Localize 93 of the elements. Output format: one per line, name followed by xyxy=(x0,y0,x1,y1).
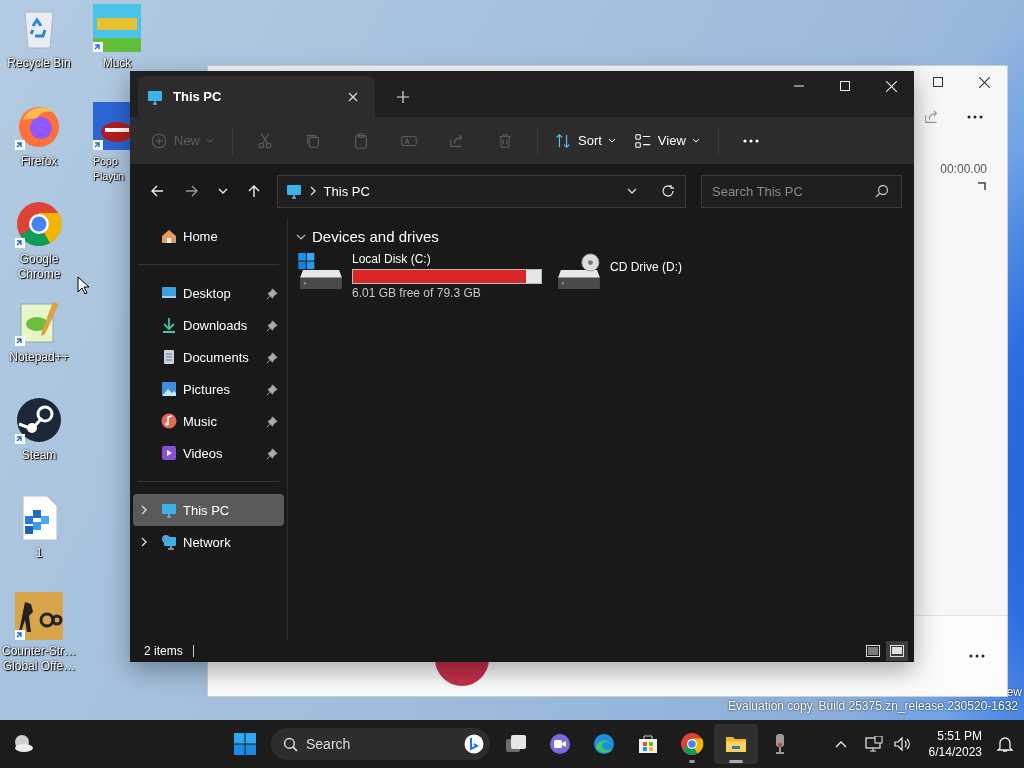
caret-icon xyxy=(206,138,214,143)
dropdown-icon[interactable] xyxy=(627,188,637,194)
tiles-view-button[interactable] xyxy=(886,641,908,661)
clock-date: 6/14/2023 xyxy=(928,744,982,760)
sidebar-item[interactable]: Videos xyxy=(133,437,284,469)
windows-logo-icon xyxy=(233,732,257,756)
plus-icon xyxy=(397,91,409,103)
drive-name: Local Disk (C:) xyxy=(352,251,432,267)
b-logo-icon xyxy=(464,734,484,754)
forward-arrow-icon xyxy=(184,184,199,198)
drive-item[interactable]: Local Disk (C:) 6.01 GB free of 79.3 GB xyxy=(298,251,542,300)
timer-text: 00:00.00 xyxy=(940,162,987,176)
minimize-icon xyxy=(794,85,804,87)
breadcrumb[interactable]: This PC xyxy=(323,183,619,199)
mouse-cursor-icon xyxy=(77,276,89,294)
view-button[interactable]: View xyxy=(627,123,708,158)
cartoon-monster-icon xyxy=(93,102,130,150)
free-space-text: 6.01 GB free of 79.3 GB xyxy=(352,286,482,300)
window-tab[interactable]: This PC xyxy=(138,76,375,117)
system-drive-icon xyxy=(298,253,344,291)
store-bag-icon xyxy=(636,732,660,756)
search-input[interactable]: Search This PC xyxy=(710,182,875,200)
search-box[interactable]: Search This PC xyxy=(701,174,902,208)
document-icon xyxy=(161,349,177,365)
group-title: Devices and drives xyxy=(312,228,439,245)
game-cover-icon xyxy=(93,4,141,52)
search-placeholder: Search xyxy=(306,736,352,752)
caret-icon xyxy=(217,188,228,194)
monitor-icon xyxy=(285,183,302,199)
search-icon xyxy=(283,736,298,752)
sidebar-item[interactable]: Network xyxy=(133,526,284,558)
caret-icon xyxy=(691,138,700,143)
address-bar[interactable]: This PC xyxy=(276,174,686,208)
maximize-icon xyxy=(840,81,850,91)
plus-circle-icon xyxy=(150,131,168,150)
caret-icon xyxy=(607,138,616,143)
item-count: 2 items xyxy=(144,644,183,658)
close-icon xyxy=(978,76,990,88)
large-tiles-icon xyxy=(890,645,904,657)
details-list-icon xyxy=(866,645,880,657)
chevron-up-icon[interactable] xyxy=(834,740,847,748)
steam-icon xyxy=(15,396,63,444)
corner-bracket-icon xyxy=(978,182,986,190)
network-monitor-icon xyxy=(161,534,177,550)
build-info-text: ew xyxy=(1006,685,1022,699)
maximize-icon xyxy=(933,77,943,87)
close-icon xyxy=(885,80,897,92)
up-arrow-icon xyxy=(247,184,262,198)
clock[interactable]: 5:51 PM 6/14/2023 xyxy=(928,728,982,760)
sidebar-item[interactable]: Downloads xyxy=(133,309,284,341)
taskbar-app-button[interactable] xyxy=(714,724,758,764)
speaker-icon[interactable] xyxy=(892,736,911,752)
sidebar-item[interactable]: This PC xyxy=(133,494,284,526)
sidebar-item[interactable]: Music xyxy=(133,405,284,437)
picture-icon xyxy=(161,381,177,397)
sidebar-item[interactable]: Desktop xyxy=(133,277,284,309)
cd-drive-icon xyxy=(556,253,602,291)
view-list-icon xyxy=(633,131,652,150)
edge-icon xyxy=(592,732,616,756)
monitor-icon xyxy=(147,88,163,105)
sort-arrows-icon xyxy=(554,131,572,150)
network-monitor-icon[interactable] xyxy=(864,736,883,752)
video-icon xyxy=(161,445,177,461)
more-icon xyxy=(967,115,983,119)
desktop-icon xyxy=(161,285,177,301)
clock-time: 5:51 PM xyxy=(937,728,982,744)
record-button[interactable] xyxy=(435,661,489,687)
soldier-game-icon xyxy=(15,592,63,640)
taskbar-search-field[interactable]: Search xyxy=(271,728,490,760)
search-icon xyxy=(875,184,889,198)
download-arrow-icon xyxy=(161,317,177,333)
more-icon xyxy=(969,654,985,658)
back-arrow-icon xyxy=(149,184,164,198)
music-note-icon xyxy=(161,413,177,429)
notification-bell-icon[interactable] xyxy=(996,735,1014,753)
expand-chevron-icon[interactable] xyxy=(141,537,147,547)
build-info-text: Evaluation copy. Build 25375.zn_release.230520-1632 xyxy=(728,699,1018,713)
refresh-icon[interactable] xyxy=(661,184,675,198)
house-icon xyxy=(161,228,177,244)
drive-name: CD Drive (D:) xyxy=(610,259,682,275)
drive-item[interactable]: CD Drive (D:) xyxy=(556,251,682,300)
video-chat-icon xyxy=(548,732,572,756)
chevron-icon xyxy=(309,186,316,196)
sort-button[interactable]: Sort xyxy=(548,123,624,158)
chrome-icon xyxy=(680,732,704,756)
sidebar-item[interactable]: Pictures xyxy=(133,373,284,405)
group-header[interactable]: Devices and drives xyxy=(296,228,906,245)
sidebar-item[interactable]: Home xyxy=(133,220,284,252)
monitor-icon xyxy=(161,502,177,518)
close-icon xyxy=(348,91,358,102)
sidebar-item[interactable]: Documents xyxy=(133,341,284,373)
tab-title: This PC xyxy=(173,89,223,104)
chrome-icon xyxy=(15,200,63,248)
